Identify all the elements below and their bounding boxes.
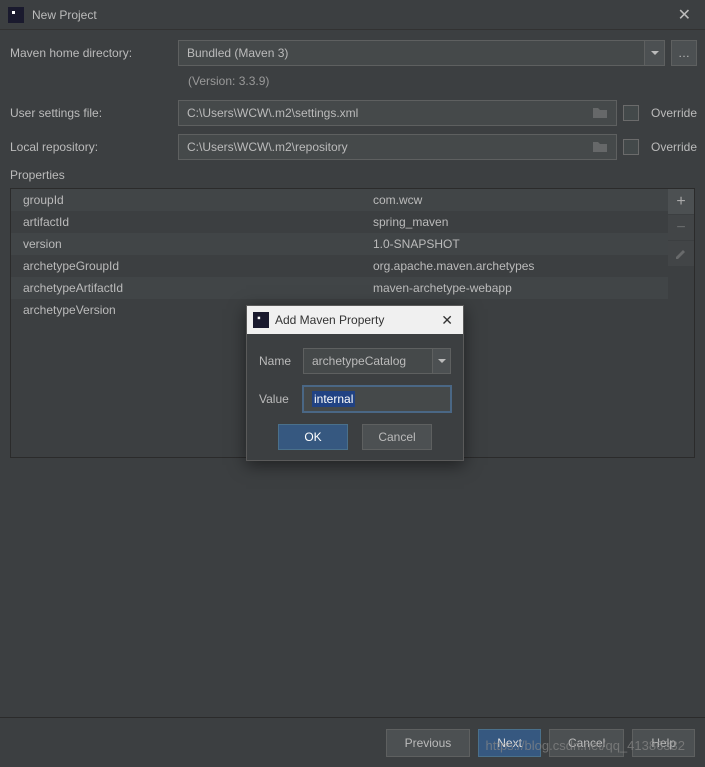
table-row[interactable]: version1.0-SNAPSHOT xyxy=(11,233,668,255)
local-repo-row: Local repository: C:\Users\WCW\.m2\repos… xyxy=(8,134,697,160)
cancel-button[interactable]: Cancel xyxy=(549,729,624,757)
name-dropdown[interactable]: archetypeCatalog xyxy=(303,348,451,374)
help-button[interactable]: Help xyxy=(632,729,695,757)
maven-home-label: Maven home directory: xyxy=(8,46,178,60)
dialog-buttons: OK Cancel xyxy=(259,424,451,450)
table-row[interactable]: groupIdcom.wcw xyxy=(11,189,668,211)
user-settings-value: C:\Users\WCW\.m2\settings.xml xyxy=(187,106,592,120)
add-property-button[interactable]: + xyxy=(668,189,694,215)
folder-icon xyxy=(592,106,608,120)
name-value: archetypeCatalog xyxy=(312,354,432,368)
properties-side-buttons: + − xyxy=(668,189,694,267)
user-settings-label: User settings file: xyxy=(8,106,178,120)
maven-home-dropdown[interactable]: Bundled (Maven 3) xyxy=(178,40,665,66)
app-icon xyxy=(253,312,269,328)
local-repo-value: C:\Users\WCW\.m2\repository xyxy=(187,140,592,154)
local-repo-override-label: Override xyxy=(651,140,697,154)
name-label: Name xyxy=(259,354,303,368)
edit-property-button[interactable] xyxy=(668,241,694,267)
next-button[interactable]: Next xyxy=(478,729,541,757)
remove-property-button[interactable]: − xyxy=(668,215,694,241)
maven-home-value: Bundled (Maven 3) xyxy=(187,46,644,60)
dialog-body: Name archetypeCatalog Value internal OK … xyxy=(247,334,463,460)
user-settings-input[interactable]: C:\Users\WCW\.m2\settings.xml xyxy=(178,100,617,126)
value-input[interactable]: internal xyxy=(303,386,451,412)
user-settings-override-label: Override xyxy=(651,106,697,120)
user-settings-row: User settings file: C:\Users\WCW\.m2\set… xyxy=(8,100,697,126)
add-property-dialog: Add Maven Property ✕ Name archetypeCatal… xyxy=(246,305,464,461)
chevron-down-icon xyxy=(644,41,664,65)
previous-button[interactable]: Previous xyxy=(386,729,471,757)
table-row[interactable]: archetypeArtifactIdmaven-archetype-webap… xyxy=(11,277,668,299)
local-repo-label: Local repository: xyxy=(8,140,178,154)
dialog-title: Add Maven Property xyxy=(275,313,437,327)
folder-icon xyxy=(592,140,608,154)
local-repo-override-checkbox[interactable] xyxy=(623,139,639,155)
user-settings-override-checkbox[interactable] xyxy=(623,105,639,121)
maven-home-browse-button[interactable]: … xyxy=(671,40,697,66)
value-row: Value internal xyxy=(259,386,451,412)
table-row[interactable]: artifactIdspring_maven xyxy=(11,211,668,233)
close-icon[interactable]: ✕ xyxy=(672,3,697,27)
close-icon[interactable]: ✕ xyxy=(437,312,457,329)
name-row: Name archetypeCatalog xyxy=(259,348,451,374)
value-value: internal xyxy=(312,391,355,407)
app-icon xyxy=(8,7,24,23)
local-repo-input[interactable]: C:\Users\WCW\.m2\repository xyxy=(178,134,617,160)
ok-button[interactable]: OK xyxy=(278,424,348,450)
chevron-down-icon xyxy=(432,349,450,373)
table-row[interactable]: archetypeGroupIdorg.apache.maven.archety… xyxy=(11,255,668,277)
properties-table: groupIdcom.wcw artifactIdspring_maven ve… xyxy=(11,189,668,321)
cancel-button[interactable]: Cancel xyxy=(362,424,432,450)
maven-version-text: (Version: 3.3.9) xyxy=(8,74,697,88)
value-label: Value xyxy=(259,392,303,406)
maven-home-row: Maven home directory: Bundled (Maven 3) … xyxy=(8,40,697,66)
window-title: New Project xyxy=(32,8,672,22)
footer: Previous Next Cancel Help xyxy=(0,717,705,767)
titlebar: New Project ✕ xyxy=(0,0,705,30)
properties-label: Properties xyxy=(10,168,697,182)
dialog-titlebar: Add Maven Property ✕ xyxy=(247,306,463,334)
